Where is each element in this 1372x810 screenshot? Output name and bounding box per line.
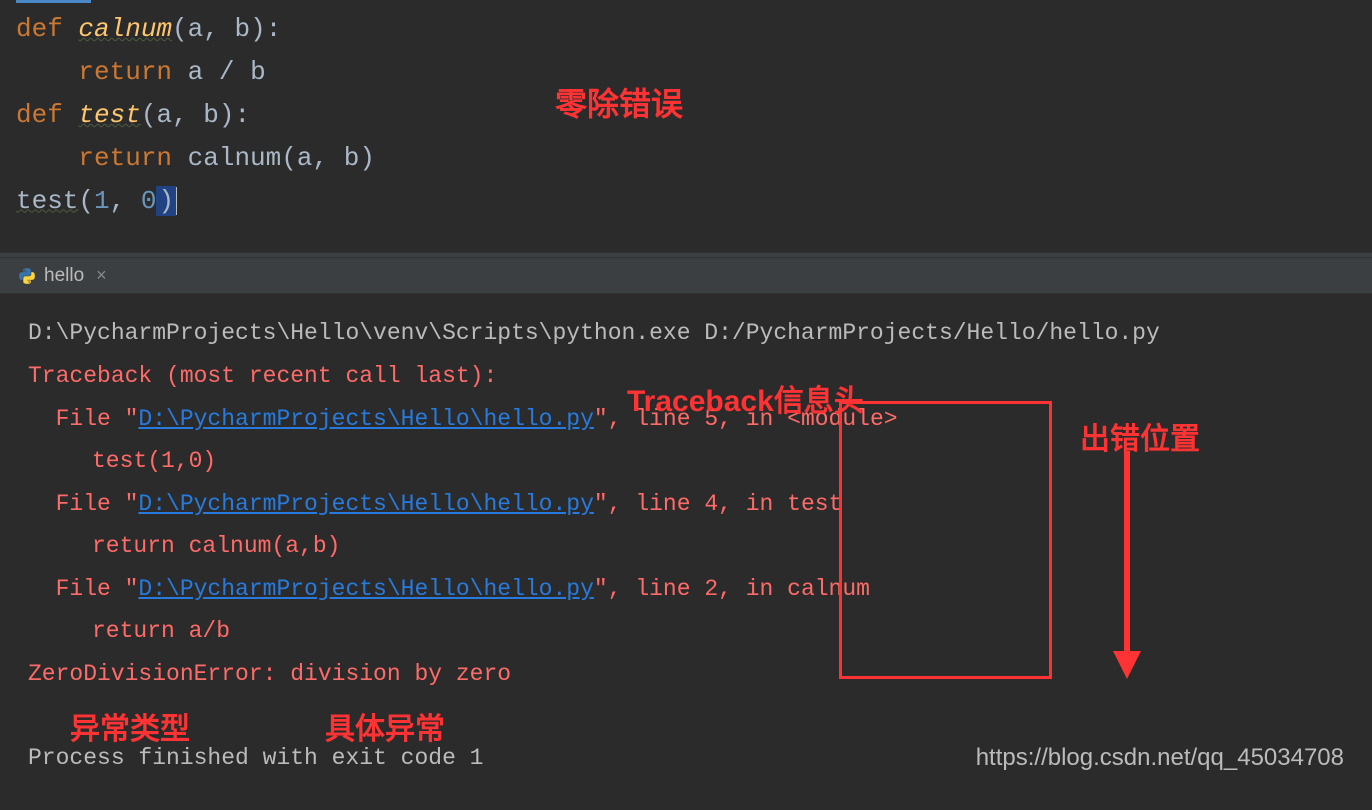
traceback-context: return a/b — [28, 610, 1344, 653]
code-token: ( — [281, 143, 297, 173]
console-command: D:\PycharmProjects\Hello\venv\Scripts\py… — [28, 312, 1344, 355]
code-token: / — [219, 57, 250, 87]
code-token: return — [78, 57, 187, 87]
close-icon[interactable]: × — [96, 265, 107, 286]
text-cursor — [176, 187, 177, 215]
code-token: test — [78, 100, 140, 130]
console-output[interactable]: D:\PycharmProjects\Hello\venv\Scripts\py… — [0, 294, 1372, 797]
annotation-exception-detail: 具体异常 — [325, 702, 445, 758]
code-token: ( — [141, 100, 157, 130]
code-token: calnum — [78, 14, 172, 44]
code-token: ): — [219, 100, 250, 130]
code-token: a — [297, 143, 313, 173]
code-line[interactable]: def calnum(a, b): — [16, 8, 1356, 51]
code-token: def — [16, 100, 78, 130]
code-token: ): — [250, 14, 281, 44]
code-token: ) — [359, 143, 375, 173]
error-line: ZeroDivisionError: division by zero — [28, 653, 1344, 696]
watermark: https://blog.csdn.net/qq_45034708 — [976, 736, 1344, 780]
code-line[interactable]: def test(a, b): — [16, 94, 1356, 137]
run-tab-hello[interactable]: hello × — [10, 259, 115, 293]
code-line[interactable]: return a / b — [16, 51, 1356, 94]
code-token: ( — [172, 14, 188, 44]
file-link[interactable]: D:\PycharmProjects\Hello\hello.py — [138, 406, 593, 432]
traceback-frame: File "D:\PycharmProjects\Hello\hello.py"… — [28, 568, 1344, 611]
code-token: , — [172, 100, 203, 130]
code-token: b — [250, 57, 266, 87]
code-editor[interactable]: def calnum(a, b): return a / bdef test(a… — [0, 0, 1372, 252]
annotation-zero-division: 零除错误 — [555, 78, 683, 131]
code-token: 1 — [94, 186, 110, 216]
editor-top-indicator — [16, 0, 91, 3]
annotation-error-location: 出错位置 — [1080, 412, 1200, 468]
code-token: a — [188, 57, 219, 87]
traceback-frame: File "D:\PycharmProjects\Hello\hello.py"… — [28, 483, 1344, 526]
code-token: 0 — [141, 186, 157, 216]
run-tab-label: hello — [44, 265, 84, 287]
code-token: ( — [78, 186, 94, 216]
code-token: ) — [156, 186, 176, 216]
file-link[interactable]: D:\PycharmProjects\Hello\hello.py — [138, 576, 593, 602]
file-link[interactable]: D:\PycharmProjects\Hello\hello.py — [138, 491, 593, 517]
code-line[interactable]: return calnum(a, b) — [16, 137, 1356, 180]
annotation-exception-type: 异常类型 — [70, 702, 190, 758]
code-token: , — [203, 14, 234, 44]
python-icon — [18, 267, 36, 285]
code-token: b — [203, 100, 219, 130]
traceback-context: return calnum(a,b) — [28, 525, 1344, 568]
code-token: , — [312, 143, 343, 173]
code-token: b — [234, 14, 250, 44]
code-token: a — [156, 100, 172, 130]
run-tab-bar: hello × — [0, 258, 1372, 294]
annotation-traceback-header: Traceback信息头 — [627, 374, 864, 430]
code-token: , — [110, 186, 141, 216]
code-token: test — [16, 186, 78, 216]
code-line[interactable]: test(1, 0) — [16, 180, 1356, 223]
code-token: calnum — [188, 143, 282, 173]
code-token: a — [188, 14, 204, 44]
code-token: return — [78, 143, 187, 173]
code-token: b — [344, 143, 360, 173]
code-token: def — [16, 14, 78, 44]
